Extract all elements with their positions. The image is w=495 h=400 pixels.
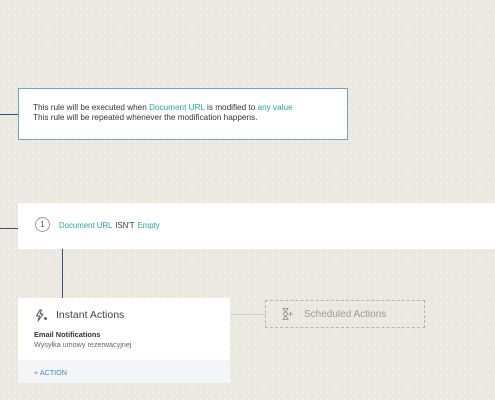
rule-execution-info: This rule will be executed when Document…	[18, 88, 348, 140]
instant-actions-header: Instant Actions	[34, 308, 124, 322]
instant-actions-title: Instant Actions	[56, 309, 125, 321]
criteria-number-badge: 1	[35, 217, 50, 232]
email-notifications-title[interactable]: Email Notifications	[34, 330, 101, 339]
rule-prefix-text: This rule will be executed when	[33, 103, 147, 112]
flow-connector-top	[0, 114, 18, 115]
flow-connector-criteria	[0, 228, 18, 229]
scheduled-actions-title: Scheduled Actions	[304, 308, 387, 320]
email-notification-name[interactable]: Wysyłka umowy rezerwacyjnej	[34, 340, 131, 349]
criteria-value[interactable]: Empty	[138, 221, 160, 230]
actions-connector	[230, 314, 266, 315]
instant-actions-card: Instant Actions Email Notifications Wysy…	[18, 298, 230, 383]
rule-execution-line: This rule will be executed when Document…	[33, 103, 347, 113]
rule-repeat-line: This rule will be repeated whenever the …	[33, 113, 258, 122]
rule-value-link[interactable]: any value	[258, 103, 293, 112]
flow-connector-vertical	[62, 249, 63, 298]
rule-middle-text: is modified to	[207, 103, 256, 112]
add-action-button[interactable]: + ACTION	[34, 368, 67, 377]
lightning-bolt-icon	[34, 309, 48, 322]
criteria-bar[interactable]: 1 Document URL ISN'T Empty	[18, 203, 495, 249]
criteria-condition[interactable]: Document URL ISN'T Empty	[59, 221, 160, 230]
criteria-field[interactable]: Document URL	[59, 221, 112, 230]
criteria-operator: ISN'T	[115, 221, 135, 230]
add-action-row: + ACTION	[18, 360, 230, 383]
rule-field-link[interactable]: Document URL	[149, 103, 205, 112]
hourglass-add-icon	[280, 307, 294, 321]
scheduled-actions-button[interactable]: Scheduled Actions	[265, 300, 425, 328]
